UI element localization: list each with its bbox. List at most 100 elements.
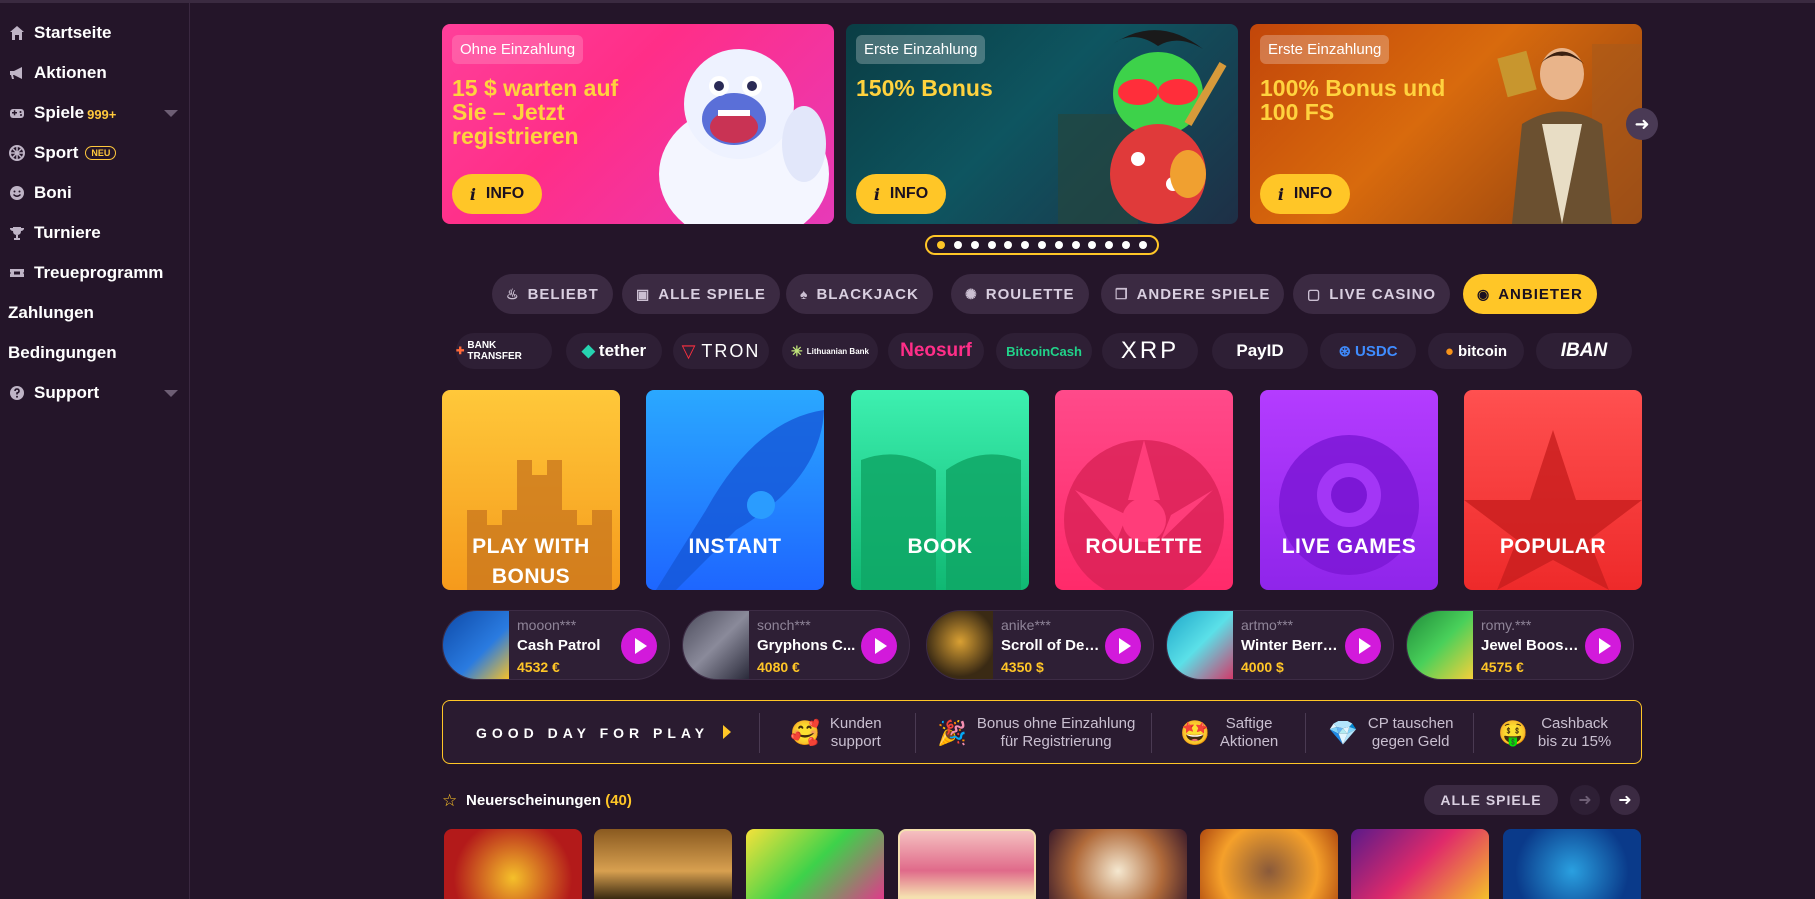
- payment-tether: ◆ tether: [566, 333, 662, 369]
- carousel-dot[interactable]: [937, 241, 946, 249]
- category-roulette[interactable]: ✺ ROULETTE: [951, 274, 1089, 314]
- winner-card[interactable]: mooon*** Cash Patrol 4532 €: [442, 610, 670, 680]
- tile-instant[interactable]: INSTANT: [646, 390, 824, 590]
- game-card[interactable]: [1049, 829, 1187, 899]
- winner-card[interactable]: artmo*** Winter Berries 4000 $: [1166, 610, 1394, 680]
- benefit-promotions[interactable]: 🤩 Saftige Aktionen: [1180, 713, 1278, 753]
- play-icon[interactable]: [1105, 628, 1141, 664]
- sidebar-item-support[interactable]: Support: [8, 373, 178, 413]
- arrow-right-icon: ➜: [1634, 113, 1650, 134]
- next-button[interactable]: ➜: [1610, 785, 1640, 815]
- carousel-dot[interactable]: [1071, 241, 1080, 249]
- winner-username: mooon***: [517, 617, 577, 633]
- all-games-button[interactable]: ALLE SPIELE: [1424, 785, 1558, 815]
- carousel-dot[interactable]: [970, 241, 979, 249]
- benefit-support[interactable]: 🥰 Kunden support: [790, 713, 882, 753]
- carousel-dot[interactable]: [1121, 241, 1130, 249]
- winner-username: anike***: [1001, 617, 1051, 633]
- benefit-cashback[interactable]: 🤑 Cashback bis zu 15%: [1498, 713, 1611, 753]
- carousel-dot[interactable]: [1105, 241, 1114, 249]
- carousel-dot[interactable]: [1054, 241, 1063, 249]
- category-live-casino[interactable]: ▢ LIVE CASINO: [1293, 274, 1451, 314]
- play-icon[interactable]: [861, 628, 897, 664]
- winner-game: Cash Patrol: [517, 637, 601, 654]
- payment-iban: IBAN: [1536, 333, 1632, 369]
- winner-amount: 4000 $: [1241, 659, 1284, 675]
- benefit-no-deposit-bonus[interactable]: 🎉 Bonus ohne Einzahlung für Registrierung: [937, 713, 1135, 753]
- play-icon[interactable]: [621, 628, 657, 664]
- winner-card[interactable]: romy.*** Jewel Boost... 4575 €: [1406, 610, 1634, 680]
- category-beliebt[interactable]: ♨ BELIEBT: [492, 274, 613, 314]
- promo-banner-first-deposit[interactable]: Erste Einzahlung 150% Bonus i INFO: [846, 24, 1238, 224]
- category-anbieter[interactable]: ◉ ANBIETER: [1463, 274, 1597, 314]
- play-icon[interactable]: [1345, 628, 1381, 664]
- category-andere-spiele[interactable]: ❐ ANDERE SPIELE: [1101, 274, 1285, 314]
- sidebar-item-spiele[interactable]: Spiele 999+: [8, 93, 178, 133]
- carousel-dot[interactable]: [1138, 241, 1147, 249]
- sidebar-item-aktionen[interactable]: Aktionen: [8, 53, 178, 93]
- game-card[interactable]: [746, 829, 884, 899]
- info-icon: i: [469, 184, 476, 204]
- usdc-icon: ⊛: [1338, 343, 1352, 360]
- sidebar-item-boni[interactable]: Boni: [8, 173, 178, 213]
- sidebar-item-startseite[interactable]: Startseite: [8, 13, 178, 53]
- banner-tag: Erste Einzahlung: [1260, 35, 1390, 64]
- tile-popular[interactable]: POPULAR: [1464, 390, 1642, 590]
- carousel-dot[interactable]: [987, 241, 996, 249]
- info-button[interactable]: i INFO: [856, 174, 946, 214]
- sidebar-item-turniere[interactable]: Turniere: [8, 213, 178, 253]
- sidebar-item-zahlungen[interactable]: Zahlungen: [8, 293, 178, 333]
- winner-card[interactable]: sonch*** Gryphons C... 4080 €: [682, 610, 910, 680]
- payment-lithuanian-bank: ✳ Lithuanian Bank: [782, 333, 878, 369]
- arrow-right-icon: ➜: [1618, 792, 1632, 809]
- winner-game: Scroll of Dead: [1001, 637, 1101, 654]
- tile-play-with-bonus[interactable]: PLAY WITH BONUS: [442, 390, 620, 590]
- game-thumbnail: [443, 611, 509, 679]
- info-button[interactable]: i INFO: [452, 174, 542, 214]
- carousel-dot[interactable]: [1088, 241, 1097, 249]
- payment-neosurf: Neosurf: [888, 333, 984, 369]
- chevron-down-icon[interactable]: [164, 109, 178, 117]
- smiley-icon: [8, 185, 25, 202]
- winner-card[interactable]: anike*** Scroll of Dead 4350 $: [926, 610, 1154, 680]
- promo-banner-no-deposit[interactable]: Ohne Einzahlung 15 $ warten auf Sie – Je…: [442, 24, 834, 224]
- star-struck-emoji-icon: 🤩: [1180, 719, 1210, 747]
- carousel-dot[interactable]: [1037, 241, 1046, 249]
- category-blackjack[interactable]: ♠ BLACKJACK: [786, 274, 933, 314]
- carousel-next-button[interactable]: ➜: [1626, 108, 1658, 140]
- game-card[interactable]: [444, 829, 582, 899]
- prev-button[interactable]: ➜: [1570, 785, 1600, 815]
- play-icon[interactable]: [1585, 628, 1621, 664]
- tile-label: LIVE GAMES: [1281, 535, 1417, 558]
- sidebar-item-bedingungen[interactable]: Bedingungen: [8, 333, 178, 373]
- tile-book[interactable]: BOOK: [851, 390, 1029, 590]
- payment-bitcoincash: BitcoinCash: [996, 333, 1092, 369]
- flame-icon: ♨: [506, 285, 520, 302]
- info-button[interactable]: i INFO: [1260, 174, 1350, 214]
- tile-roulette[interactable]: ROULETTE: [1055, 390, 1233, 590]
- category-alle-spiele[interactable]: ▣ ALLE SPIELE: [622, 274, 780, 314]
- game-card[interactable]: [594, 829, 732, 899]
- banner-tag: Ohne Einzahlung: [452, 35, 584, 64]
- new-badge: NEU: [85, 146, 117, 160]
- sun-icon: ✳: [791, 342, 803, 359]
- sidebar-item-label: Aktionen: [34, 63, 107, 82]
- sidebar-item-label: Boni: [34, 183, 72, 202]
- game-card[interactable]: [898, 829, 1036, 899]
- star-icon: ☆: [442, 791, 458, 810]
- banner-title: 15 $ warten auf Sie – Jetzt registrieren: [452, 75, 619, 149]
- carousel-dot[interactable]: [954, 241, 963, 249]
- game-card[interactable]: [1200, 829, 1338, 899]
- tile-live-games[interactable]: LIVE GAMES: [1260, 390, 1438, 590]
- carousel-dot[interactable]: [1004, 241, 1013, 249]
- home-icon: [8, 25, 25, 42]
- game-card[interactable]: [1351, 829, 1489, 899]
- benefit-cp-exchange[interactable]: 💎 CP tauschen gegen Geld: [1328, 713, 1454, 753]
- carousel-dot[interactable]: [1021, 241, 1030, 249]
- promo-banner-first-deposit-fs[interactable]: Erste Einzahlung 100% Bonus und 100 FS i…: [1250, 24, 1642, 224]
- megaphone-icon: [8, 65, 25, 82]
- sidebar-item-treueprogramm[interactable]: Treueprogramm: [8, 253, 178, 293]
- game-card[interactable]: [1503, 829, 1641, 899]
- sidebar-item-sport[interactable]: Sport NEU: [8, 133, 178, 173]
- chevron-down-icon[interactable]: [164, 389, 178, 397]
